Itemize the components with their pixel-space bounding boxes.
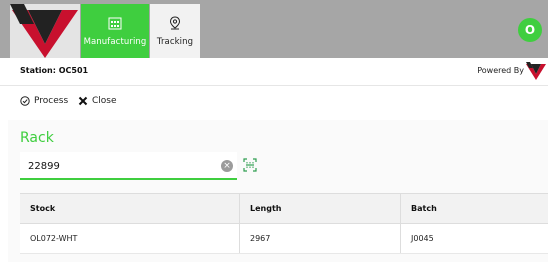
company-logo bbox=[10, 4, 80, 58]
column-header-length[interactable]: Length bbox=[240, 194, 401, 223]
stock-table: Stock Length Batch OL072-WHT 2967 J0045 bbox=[20, 193, 548, 254]
cell-length: 2967 bbox=[240, 224, 401, 253]
close-button[interactable]: Close bbox=[78, 96, 117, 106]
table-row[interactable]: OL072-WHT 2967 J0045 bbox=[20, 224, 548, 254]
action-toolbar: Process Close bbox=[0, 86, 548, 118]
tab-tracking-label: Tracking bbox=[156, 37, 194, 47]
cell-batch: J0045 bbox=[411, 234, 434, 243]
clear-input-icon[interactable]: × bbox=[221, 160, 233, 172]
rack-title: Rack bbox=[20, 130, 54, 146]
station-info-bar: Station: OC501 Powered By bbox=[0, 58, 548, 86]
factory-icon bbox=[108, 15, 122, 34]
top-navigation-bar: Manufacturing Tracking O bbox=[0, 0, 548, 58]
close-icon bbox=[78, 96, 88, 106]
scan-barcode-icon[interactable] bbox=[243, 157, 257, 176]
tab-manufacturing[interactable]: Manufacturing bbox=[81, 4, 149, 58]
table-header: Stock Length Batch bbox=[20, 194, 548, 224]
close-label: Close bbox=[92, 96, 117, 106]
rack-input[interactable] bbox=[28, 157, 218, 175]
tab-tracking[interactable]: Tracking bbox=[150, 4, 200, 58]
map-pin-icon bbox=[168, 15, 182, 34]
process-button[interactable]: Process bbox=[20, 96, 68, 106]
check-circle-icon bbox=[20, 96, 30, 106]
column-header-stock[interactable]: Stock bbox=[20, 194, 240, 223]
powered-by-logo bbox=[526, 62, 546, 84]
tab-manufacturing-label: Manufacturing bbox=[83, 37, 147, 47]
process-label: Process bbox=[34, 96, 69, 106]
rack-input-field: × bbox=[20, 152, 237, 180]
station-label: Station: OC501 bbox=[20, 66, 89, 75]
cell-stock: OL072-WHT bbox=[20, 224, 240, 253]
column-header-batch[interactable]: Batch bbox=[401, 194, 548, 223]
powered-by-label: Powered By bbox=[477, 66, 524, 75]
user-avatar[interactable]: O bbox=[518, 18, 542, 42]
